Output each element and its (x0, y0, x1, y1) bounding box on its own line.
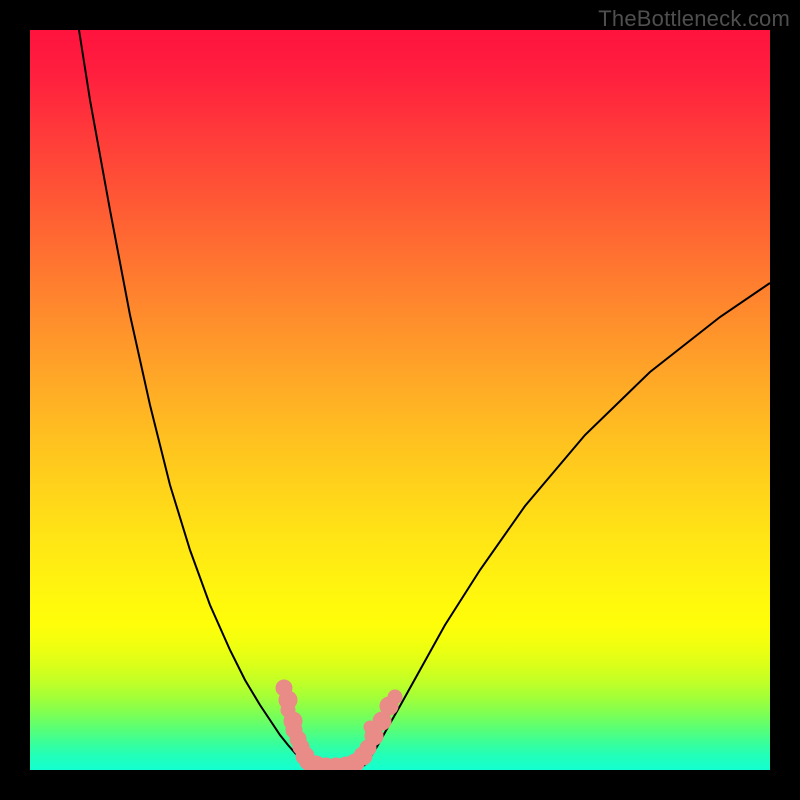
chart-frame: TheBottleneck.com (0, 0, 800, 800)
watermark-text: TheBottleneck.com (598, 6, 790, 32)
curve-left-branch (79, 30, 305, 765)
curve-layer (30, 30, 770, 770)
data-markers (276, 680, 402, 770)
bottleneck-curves (79, 30, 770, 768)
curve-right-branch (365, 283, 770, 765)
marker-point (388, 690, 402, 704)
plot-area (30, 30, 770, 770)
